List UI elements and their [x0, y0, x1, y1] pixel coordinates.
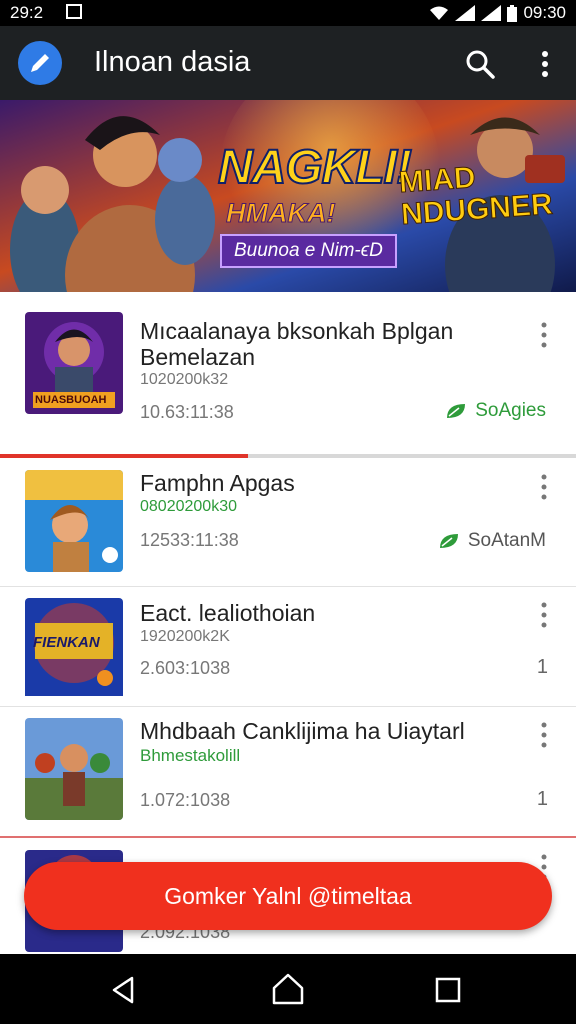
banner-subtitle: HMAKA!	[225, 198, 336, 229]
banner-title-right: MIAD NDUGNER	[397, 157, 554, 232]
list-item[interactable]: Mhdbaah Canklijima ha Uiaytarl Bhmestako…	[0, 706, 576, 838]
item-time: 10.63:11:38	[140, 402, 234, 422]
thumbnail-artwork	[25, 470, 123, 572]
progress-fill	[0, 454, 248, 458]
item-count: 1	[536, 788, 548, 810]
item-count: 1	[536, 656, 548, 678]
promo-banner[interactable]: NAGKLI! HMAKA! Buunoa e Nim-ϵD MIAD NDUG…	[0, 100, 576, 292]
leaf-icon	[439, 534, 458, 548]
list-item[interactable]: FIENKAN Eact. lealiothoian 1920200k2K 2.…	[0, 586, 576, 707]
item-time: 1.072:1038	[140, 790, 231, 810]
item-title: Famphn Apgas	[140, 470, 295, 496]
item-more-icon[interactable]	[532, 472, 556, 502]
list-item[interactable]: NUASBUOAH Mıcaalanaya bksonkah Bplgan Be…	[0, 292, 576, 455]
item-more-icon[interactable]	[532, 720, 556, 750]
recent-apps-icon[interactable]	[434, 976, 462, 1004]
status-time-right: 09:30	[523, 3, 566, 22]
status-bar: 29:2 09:30	[0, 0, 576, 26]
home-icon[interactable]	[270, 972, 306, 1006]
navigation-bar	[0, 954, 576, 1024]
thumbnail-text: FIENKAN	[33, 634, 100, 651]
battery-icon	[507, 4, 518, 22]
item-subtitle: 1020200k32	[140, 371, 229, 388]
item-time: 12533:11:38	[140, 530, 239, 550]
image-notification-icon	[66, 4, 82, 19]
list-item[interactable]: Famphn Apgas 08020200k30 12533:11:38 SoA…	[0, 458, 576, 587]
item-thumbnail	[25, 718, 123, 820]
item-title: Mhdbaah Canklijima ha Uiaytarl	[140, 718, 465, 744]
item-thumbnail	[25, 470, 123, 572]
item-subtitle: 08020200k30	[140, 498, 237, 515]
item-title: Eact. lealiothoian	[140, 600, 316, 626]
item-thumbnail: FIENKAN	[25, 598, 123, 700]
pencil-icon[interactable]	[18, 41, 62, 85]
status-icons: 09:30	[429, 3, 566, 23]
item-action[interactable]: SoAtanM	[438, 530, 546, 552]
item-thumbnail: NUASBUOAH	[25, 312, 123, 414]
thumbnail-artwork	[25, 718, 123, 820]
item-more-icon[interactable]	[532, 600, 556, 630]
item-more-icon[interactable]	[532, 320, 556, 350]
item-action-label: SoAtanM	[467, 530, 546, 551]
item-subtitle: Bhmestakolill	[140, 746, 241, 765]
banner-title: NAGKLI!	[217, 140, 413, 195]
signal-icon-2	[481, 5, 502, 21]
app-bar: Ilnoan dasia	[0, 26, 576, 100]
item-time: 2.603:1038	[140, 658, 231, 678]
leaf-icon	[447, 404, 466, 418]
more-vert-icon[interactable]	[530, 46, 560, 82]
status-time-left: 29:2	[10, 3, 44, 22]
banner-tag: Buunoa e Nim-ϵD	[220, 234, 397, 268]
item-subtitle: 1920200k2K	[140, 628, 230, 645]
search-icon[interactable]	[462, 46, 498, 82]
progress-bar	[0, 454, 576, 458]
app-title: Ilnoan dasia	[94, 46, 251, 78]
wifi-icon	[430, 6, 449, 20]
thumbnail-text: NUASBUOAH	[35, 394, 107, 406]
item-action[interactable]: SoAgies	[445, 400, 546, 422]
signal-icon	[455, 5, 476, 21]
back-icon[interactable]	[108, 974, 140, 1006]
item-title: Mıcaalanaya bksonkah Bplgan Bemelazan	[140, 318, 454, 370]
primary-action-button[interactable]: Gomker Yalnl @timeltaa	[24, 862, 552, 930]
item-action-label: SoAgies	[475, 400, 546, 421]
